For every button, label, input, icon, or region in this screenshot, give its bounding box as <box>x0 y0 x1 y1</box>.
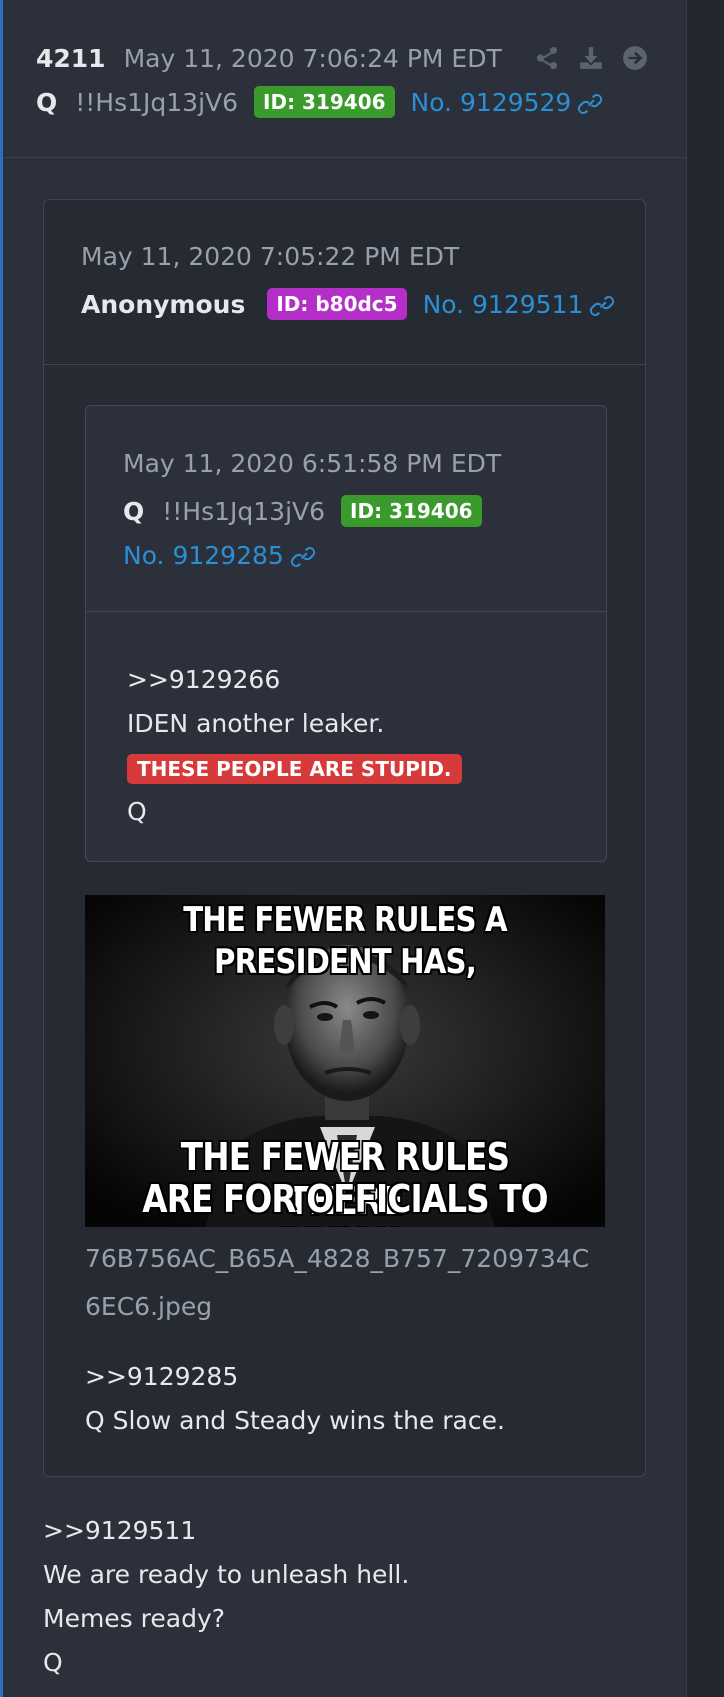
highlight-badge: THESE PEOPLE ARE STUPID. <box>127 754 462 784</box>
quoted-post-text: Q Slow and Steady wins the race. <box>85 1406 505 1435</box>
meme-caption-bottom-2: ARE FOR OFFICIALS TO BREAK. <box>142 1177 548 1227</box>
arrow-right-circle-icon[interactable] <box>622 45 648 71</box>
post-signature: Q <box>43 1648 63 1677</box>
post-number-link[interactable]: No. 9129529 <box>411 88 572 117</box>
nested-post-signature: Q <box>127 797 147 826</box>
quoted-post: May 11, 2020 7:05:22 PM EDT Anonymous ID… <box>43 199 646 1477</box>
nested-quoted-post: May 11, 2020 6:51:58 PM EDT Q !!Hs1Jq13j… <box>85 405 607 862</box>
right-gutter <box>687 0 724 1697</box>
image-filename[interactable]: 76B756AC_B65A_4828_B757_7209734C6EC6.jpe… <box>85 1235 605 1331</box>
header-divider <box>3 157 686 158</box>
post-author: Q <box>36 87 58 117</box>
post-text-line-1: We are ready to unleash hell. <box>43 1560 410 1589</box>
quoted-post-header: May 11, 2020 7:05:22 PM EDT Anonymous ID… <box>44 200 645 365</box>
download-icon[interactable] <box>578 45 604 71</box>
share-icon[interactable] <box>534 45 560 71</box>
nested-post-tripcode: !!Hs1Jq13jV6 <box>162 496 326 526</box>
meme-image[interactable]: THE FEWER RULES A PRESIDENT HAS, THE FEW… <box>85 895 605 1227</box>
quoted-post-number-link[interactable]: No. 9129511 <box>423 290 584 319</box>
link-icon[interactable] <box>571 88 603 117</box>
nested-post-body: >>9129266 IDEN another leaker. THESE PEO… <box>127 658 567 834</box>
post-body: >>9129511 We are ready to unleash hell. … <box>43 1509 409 1685</box>
quoted-post-author: Anonymous <box>81 289 246 319</box>
meme-caption-top: THE FEWER RULES A PRESIDENT HAS, <box>183 900 507 982</box>
nested-post-id-badge[interactable]: ID: 319406 <box>341 495 482 527</box>
post-text-line-2: Memes ready? <box>43 1604 226 1633</box>
nested-post-text: IDEN another leaker. <box>127 709 385 738</box>
post-tripcode: !!Hs1Jq13jV6 <box>75 87 239 117</box>
post-reply-ref[interactable]: >>9129511 <box>43 1509 409 1553</box>
quoted-post-id-badge[interactable]: ID: b80dc5 <box>267 288 407 320</box>
post-header: 4211 May 11, 2020 7:06:24 PM EDT Q !!Hs1… <box>36 38 648 122</box>
quoted-post-body: >>9129285 Q Slow and Steady wins the rac… <box>85 1355 505 1443</box>
nested-post-author: Q <box>123 496 145 526</box>
post-date: May 11, 2020 7:06:24 PM EDT <box>123 43 502 73</box>
nested-post-reply-ref[interactable]: >>9129266 <box>127 658 567 702</box>
link-icon[interactable] <box>284 541 316 570</box>
post-id-badge[interactable]: ID: 319406 <box>254 86 395 118</box>
post-actions <box>534 45 648 71</box>
link-icon[interactable] <box>583 290 615 319</box>
quoted-post-date: May 11, 2020 7:05:22 PM EDT <box>81 242 460 271</box>
quoted-post-reply-ref[interactable]: >>9129285 <box>85 1355 505 1399</box>
nested-post-date: May 11, 2020 6:51:58 PM EDT <box>123 449 502 478</box>
post-number: 4211 <box>36 43 106 73</box>
nested-post-number-link[interactable]: No. 9129285 <box>123 541 284 570</box>
nested-post-header: May 11, 2020 6:51:58 PM EDT Q !!Hs1Jq13j… <box>86 406 606 612</box>
